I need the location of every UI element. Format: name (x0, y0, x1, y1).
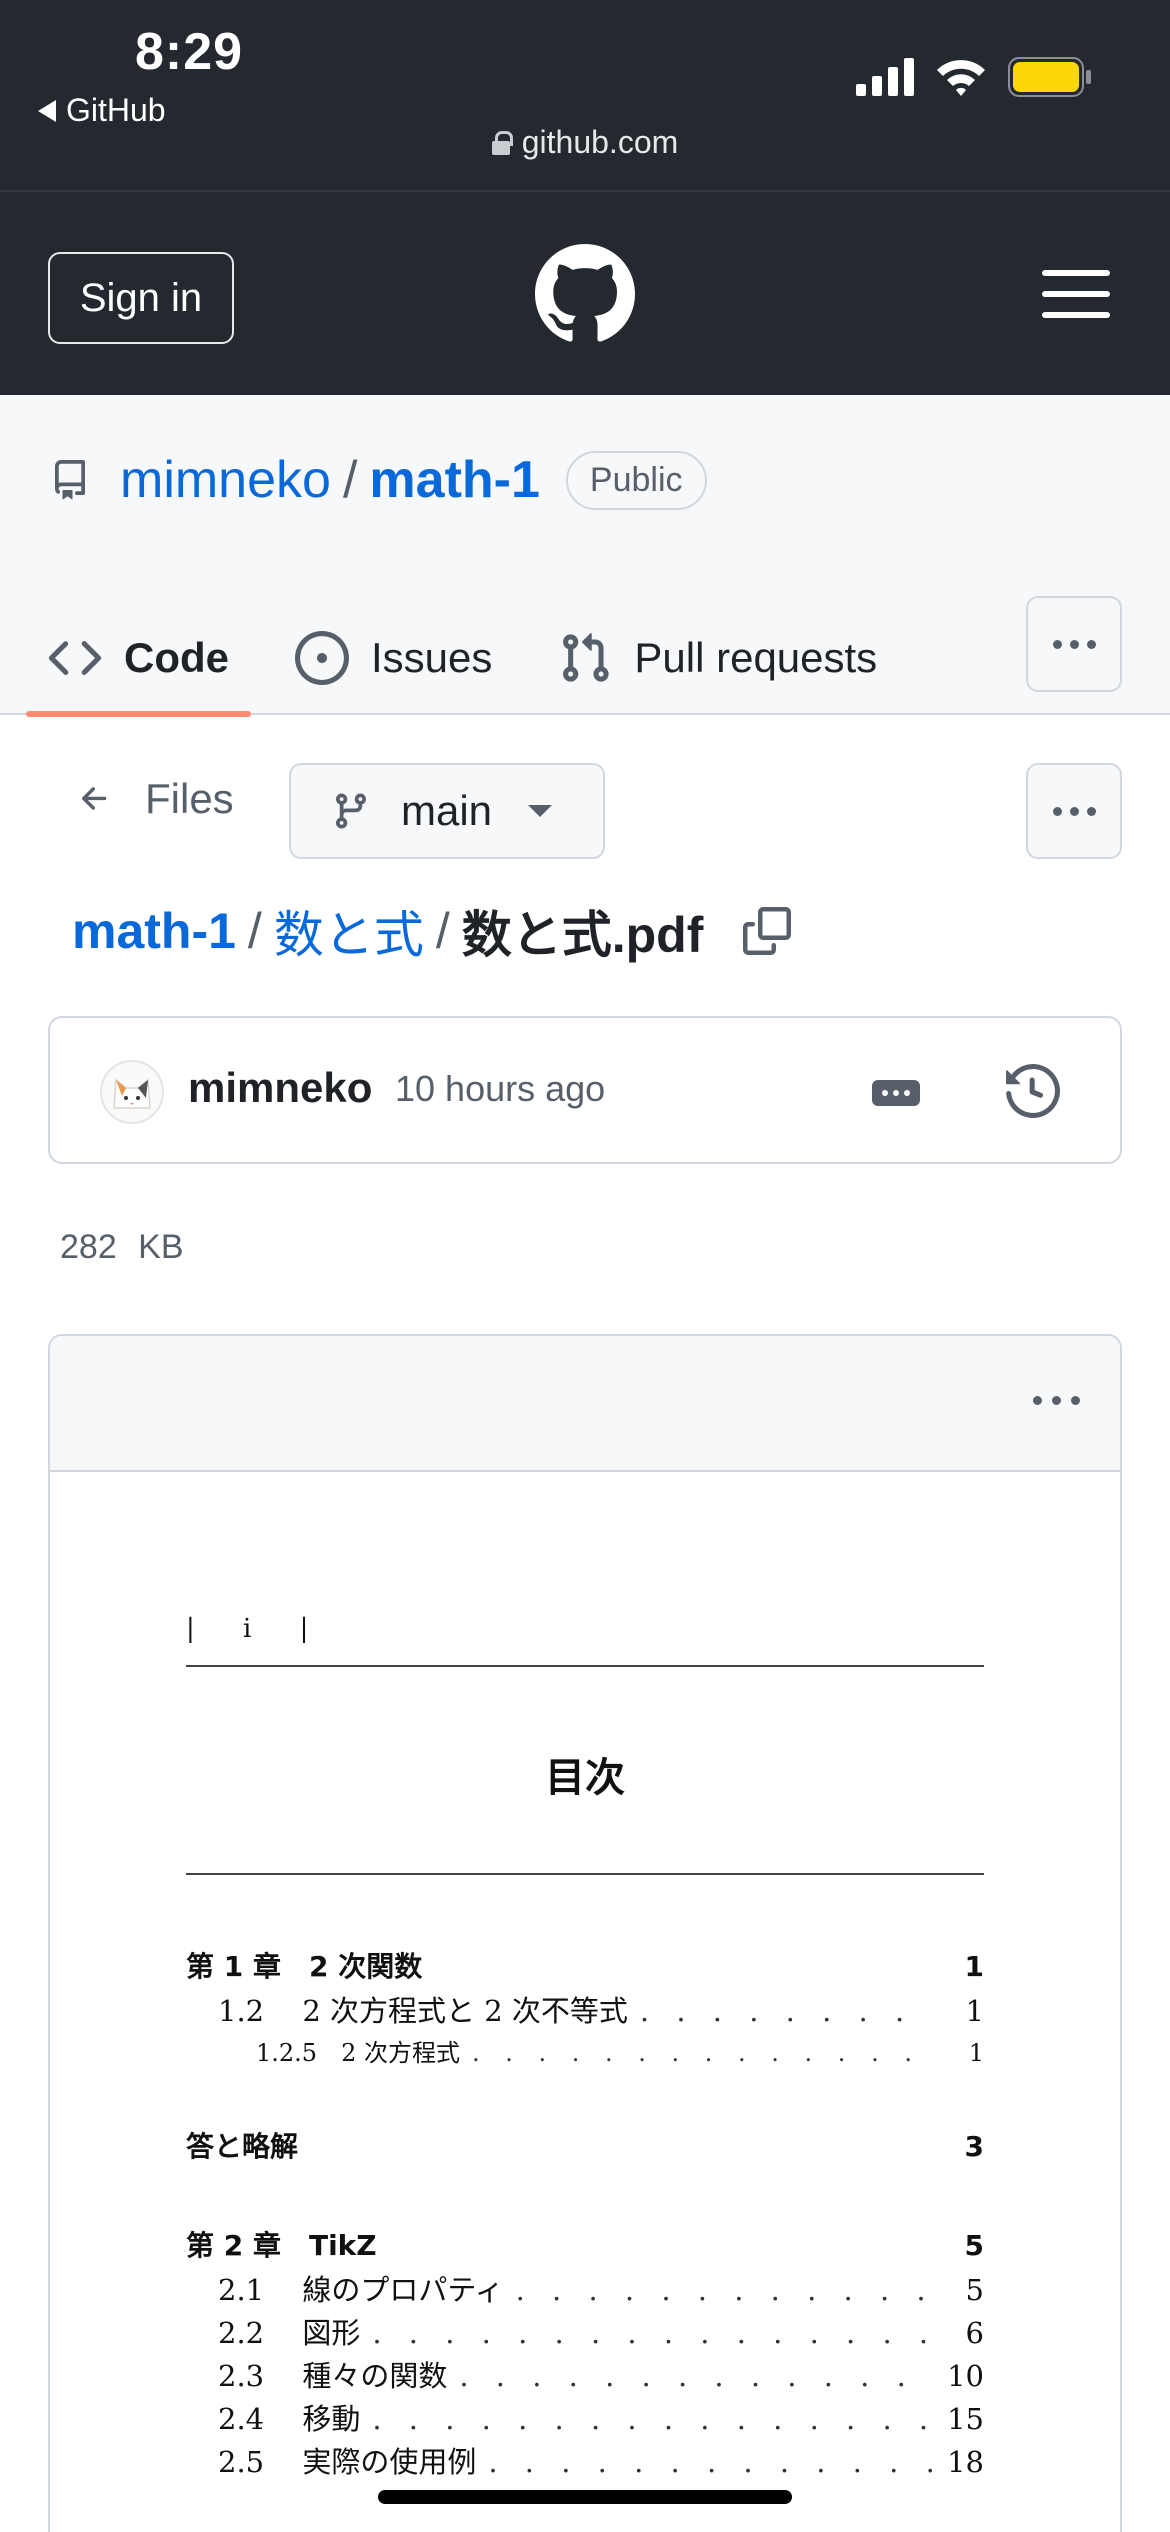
github-header: Sign in (0, 190, 1170, 395)
toc-entry-page: 18 (947, 2445, 984, 2479)
repo-owner-link[interactable]: mimneko (120, 450, 331, 510)
breadcrumb-separator: / (247, 903, 262, 959)
toc-entry-page: 15 (947, 2402, 984, 2436)
toc-entry-label: 1.2.5 2 次方程式 (256, 2039, 460, 2067)
toc-entry-page: 10 (947, 2359, 984, 2393)
branch-icon (335, 793, 366, 829)
toc-entry-label: 答と略解 (186, 2130, 299, 2163)
file-size: 282 KB (60, 1228, 184, 1266)
toc-entry: 答と略解 3 (186, 2125, 984, 2165)
breadcrumb-file: 数と式.pdf (461, 907, 704, 963)
menu-hamburger-icon[interactable] (1042, 270, 1110, 320)
toc-entry: 1.2.5 2 次方程式 . . . . . . . . . . . . . .… (186, 2033, 984, 2068)
repo-title: mimneko / math-1 Public (50, 450, 707, 510)
arrow-left-icon (82, 787, 107, 810)
repo-separator: / (342, 451, 358, 509)
breadcrumb-dir-link[interactable]: 数と式 (274, 895, 424, 967)
toc-entry-label: 1.2 2 次方程式と 2 次不等式 (218, 1994, 628, 2028)
cat-avatar-icon (113, 1078, 151, 1109)
sign-in-button[interactable]: Sign in (48, 252, 234, 344)
pull-request-icon (563, 632, 610, 682)
tab-issues-label: Issues (371, 633, 493, 681)
repo-header: mimneko / math-1 Public Code Issues Pull… (0, 395, 1170, 717)
visibility-badge: Public (565, 450, 707, 510)
toc-entry-label: 第 2 章 TikZ (186, 2229, 377, 2262)
pdf-page-number: | i | (186, 1614, 329, 1644)
cellular-signal-icon (856, 58, 914, 96)
toc-entry-page: 5 (965, 2273, 984, 2307)
address-url: github.com (521, 124, 679, 160)
viewer-more-icon[interactable] (1033, 1396, 1080, 1405)
code-icon (48, 640, 102, 675)
toc-entry: 2.1 線のプロパティ . . . . . . . . . . . . . . … (186, 2267, 984, 2309)
status-time: 8:29 (135, 23, 244, 81)
toc-entry-page: 1 (968, 2039, 984, 2067)
toc-entry-page: 6 (965, 2316, 984, 2350)
issue-icon (295, 630, 349, 685)
toc-entry-label: 第 1 章 2 次関数 (186, 1950, 423, 1983)
tabs-more-button[interactable] (1026, 596, 1122, 692)
files-back-button[interactable]: Files (75, 775, 234, 823)
viewer-toolbar (50, 1336, 1120, 1472)
tab-code-label: Code (124, 633, 229, 681)
wifi-icon (937, 60, 985, 96)
branch-select-button[interactable]: main (289, 763, 605, 859)
tab-code[interactable]: Code (26, 600, 251, 717)
toc-entry-label: 2.2 図形 (218, 2316, 361, 2350)
toc-entry-page: 5 (964, 2229, 984, 2262)
toc-entry-page: 1 (965, 1994, 984, 2028)
toc-entry: 第 2 章 TikZ 5 (186, 2224, 984, 2264)
tab-pull-requests[interactable]: Pull requests (558, 600, 877, 715)
history-icon[interactable] (1006, 1064, 1060, 1118)
battery-icon (1008, 57, 1091, 97)
toc-entry: 2.3 種々の関数 . . . . . . . . . . . . . . . … (186, 2353, 984, 2395)
avatar[interactable] (100, 1060, 164, 1124)
repo-icon (54, 460, 85, 500)
lock-icon (491, 130, 513, 155)
files-label: Files (145, 775, 234, 822)
breadcrumb-separator: / (435, 903, 450, 959)
tab-issues[interactable]: Issues (295, 600, 492, 715)
pdf-bottom-rule (186, 1873, 984, 1875)
toc-entry: 第 1 章 2 次関数 1 (186, 1945, 984, 1985)
toc-entry: 2.2 図形 . . . . . . . . . . . . . . . . .… (186, 2310, 984, 2352)
toc-entry-page: 1 (964, 1950, 984, 1983)
repo-tabs: Code Issues Pull requests (26, 600, 943, 717)
toc-entry-label: 2.5 実際の使用例 (218, 2445, 477, 2479)
address-bar[interactable]: github.com (0, 124, 1170, 161)
toc-entry: 2.5 実際の使用例 . . . . . . . . . . . . . . .… (186, 2439, 984, 2481)
tab-pull-requests-label: Pull requests (634, 633, 878, 681)
pdf-top-rule (186, 1665, 984, 1667)
home-indicator[interactable] (378, 2490, 792, 2504)
latest-commit-box: mimneko 10 hours ago (48, 1016, 1122, 1164)
toc-entry-page: 3 (964, 2130, 984, 2163)
toc-title: 目次 (545, 1755, 625, 1801)
toc-entry-label: 2.1 線のプロパティ (218, 2273, 504, 2307)
file-more-button[interactable] (1026, 763, 1122, 859)
chevron-down-icon (528, 805, 553, 817)
github-logo-icon[interactable] (535, 244, 635, 344)
breadcrumb: math-1 / 数と式 / 数と式.pdf (72, 895, 792, 967)
toc-entry-label: 2.4 移動 (218, 2402, 361, 2436)
copy-path-icon[interactable] (743, 906, 792, 956)
commit-message-toggle-icon[interactable] (872, 1080, 920, 1106)
toc-entry-label: 2.3 種々の関数 (218, 2359, 448, 2393)
commit-time: 10 hours ago (395, 1068, 606, 1109)
toc-entry: 1.2 2 次方程式と 2 次不等式 . . . . . . . . . . .… (186, 1988, 984, 2030)
back-triangle-icon (38, 99, 56, 122)
repo-name-link[interactable]: math-1 (369, 450, 539, 510)
status-bar: 8:29 GitHub github.com (0, 0, 1170, 190)
commit-author-link[interactable]: mimneko (188, 1064, 372, 1112)
breadcrumb-root-link[interactable]: math-1 (72, 902, 236, 960)
branch-name: main (401, 787, 493, 834)
toc-entry: 2.4 移動 . . . . . . . . . . . . . . . . .… (186, 2396, 984, 2438)
